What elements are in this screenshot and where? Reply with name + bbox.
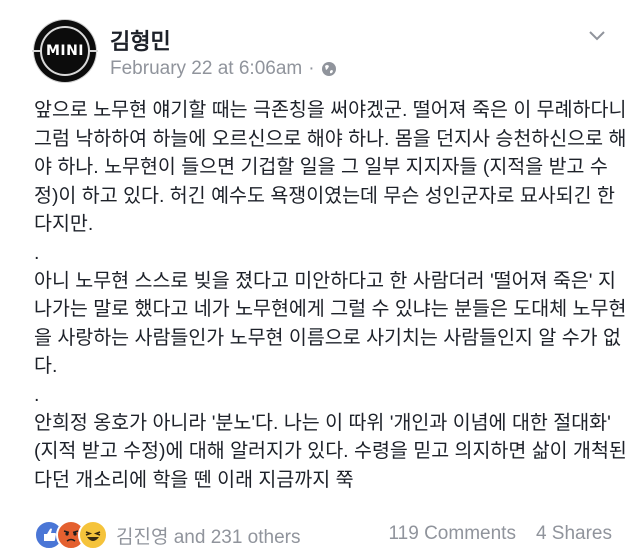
post-body: 앞으로 노무현 얘기할 때는 극존칭을 써야겠군. 떨어져 죽은 이 무례하다니… — [34, 96, 630, 494]
post-timestamp[interactable]: February 22 at 6:06am — [110, 58, 302, 80]
reactions-summary[interactable]: 김진영 and 231 others — [34, 520, 301, 550]
globe-icon[interactable] — [321, 61, 337, 77]
shares-count-link[interactable]: 4 Shares — [536, 523, 612, 545]
avatar[interactable]: MINI — [32, 20, 98, 82]
comments-count-link[interactable]: 119 Comments — [389, 523, 516, 545]
meta-separator: · — [308, 58, 315, 79]
author-name[interactable]: 김형민 — [110, 24, 171, 56]
post-paragraph-separator: . — [34, 241, 40, 264]
post-paragraph: 앞으로 노무현 얘기할 때는 극존칭을 써야겠군. 떨어져 죽은 이 무례하다니… — [34, 99, 627, 235]
engagement-counts: 119 Comments 4 Shares — [389, 523, 612, 545]
chevron-down-icon[interactable] — [588, 30, 606, 42]
post-header: MINI 김형민 February 22 at 6:06am · — [32, 10, 640, 90]
post-paragraph: 안희정 옹호가 아니라 '분노'다. 나는 이 따위 '개인과 이념에 대한 절… — [34, 411, 627, 491]
haha-icon — [78, 520, 108, 550]
post-meta: February 22 at 6:06am · — [110, 58, 337, 80]
reactions-text[interactable]: 김진영 and 231 others — [116, 522, 301, 549]
avatar-logo-text: MINI — [45, 43, 85, 59]
post-paragraph: 아니 노무현 스스로 빚을 졌다고 미안하다고 한 사람더러 '떨어져 죽은' … — [34, 269, 627, 378]
post-paragraph-separator: . — [34, 383, 40, 406]
